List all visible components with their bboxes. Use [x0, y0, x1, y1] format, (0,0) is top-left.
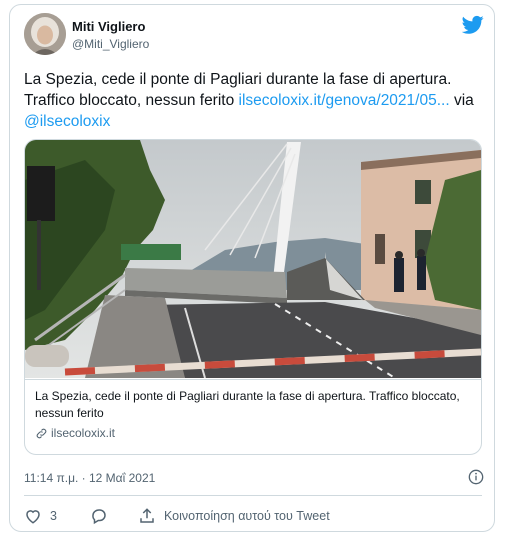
- info-icon[interactable]: [468, 469, 484, 485]
- tweet-card: Miti Vigliero @Miti_Vigliero La Spezia, …: [9, 4, 495, 532]
- link-card-title: La Spezia, cede il ponte di Pagliari dur…: [35, 389, 460, 420]
- via-mention-link[interactable]: @ilsecoloxix: [24, 113, 110, 130]
- share-button[interactable]: Κοινοποίηση αυτού του Tweet: [138, 505, 330, 527]
- like-button[interactable]: 3: [24, 505, 57, 527]
- link-preview[interactable]: La Spezia, cede il ponte di Pagliari dur…: [25, 379, 481, 454]
- tweet-link[interactable]: ilsecoloxix.it/genova/2021/05...: [239, 92, 450, 109]
- avatar[interactable]: [24, 13, 66, 55]
- timestamp[interactable]: 11:14 π.μ. · 12 Μαΐ 2021: [24, 471, 155, 485]
- link-card-domain-row: ilsecoloxix.it: [35, 426, 115, 440]
- reply-bubble-icon: [92, 509, 106, 525]
- divider: [24, 495, 482, 496]
- like-count: 3: [50, 509, 57, 523]
- action-bar: 3 Κοινοποίηση αυτού του Tweet: [24, 505, 482, 527]
- tweet-text: La Spezia, cede il ponte di Pagliari dur…: [24, 69, 482, 132]
- via-text: via: [453, 92, 474, 109]
- link-icon: [36, 428, 47, 438]
- link-card-domain: ilsecoloxix.it: [51, 426, 116, 440]
- bridge-photo: [25, 140, 481, 378]
- author-name[interactable]: Miti Vigliero: [72, 19, 145, 34]
- link-card[interactable]: La Spezia, cede il ponte di Pagliari dur…: [24, 139, 482, 455]
- share-label: Κοινοποίηση αυτού του Tweet: [164, 509, 330, 523]
- author-handle[interactable]: @Miti_Vigliero: [72, 37, 149, 51]
- heart-icon: [26, 510, 40, 524]
- share-icon: [140, 508, 154, 523]
- reply-button[interactable]: [90, 505, 108, 527]
- twitter-bird-icon[interactable]: [462, 15, 484, 35]
